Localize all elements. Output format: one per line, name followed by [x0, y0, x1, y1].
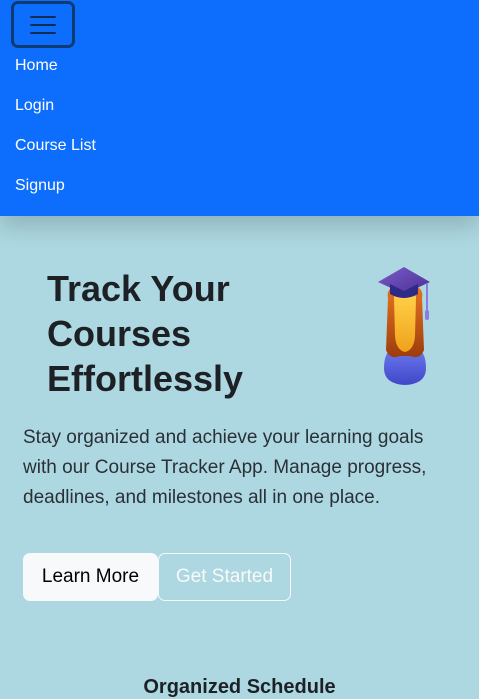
hero-title: Track Your Courses Effortlessly [47, 266, 307, 401]
hero-description: Stay organized and achieve your learning… [23, 427, 427, 508]
hamburger-icon [30, 31, 56, 34]
hero-title-line: Courses [47, 313, 192, 354]
section-heading: Organized Schedule [143, 676, 336, 698]
nav-link-login[interactable]: Login [15, 86, 96, 126]
navbar: Home Login Course List Signup [0, 0, 479, 216]
nav-link-signup[interactable]: Signup [15, 166, 96, 206]
nav-links: Home Login Course List Signup [15, 46, 96, 206]
hero-title-line: Track Your [47, 268, 230, 309]
hero-section: Track Your Courses Effortlessly Stay org… [0, 216, 479, 698]
nav-link-home[interactable]: Home [15, 46, 96, 86]
graduate-icon [378, 267, 430, 385]
get-started-button[interactable]: Get Started [158, 553, 291, 601]
navbar-toggler-button[interactable] [11, 1, 75, 48]
hamburger-icon [30, 23, 56, 26]
hamburger-icon [30, 15, 56, 18]
hero-title-line: Effortlessly [47, 358, 244, 399]
nav-link-course-list[interactable]: Course List [15, 126, 96, 166]
learn-more-button[interactable]: Learn More [23, 553, 158, 601]
